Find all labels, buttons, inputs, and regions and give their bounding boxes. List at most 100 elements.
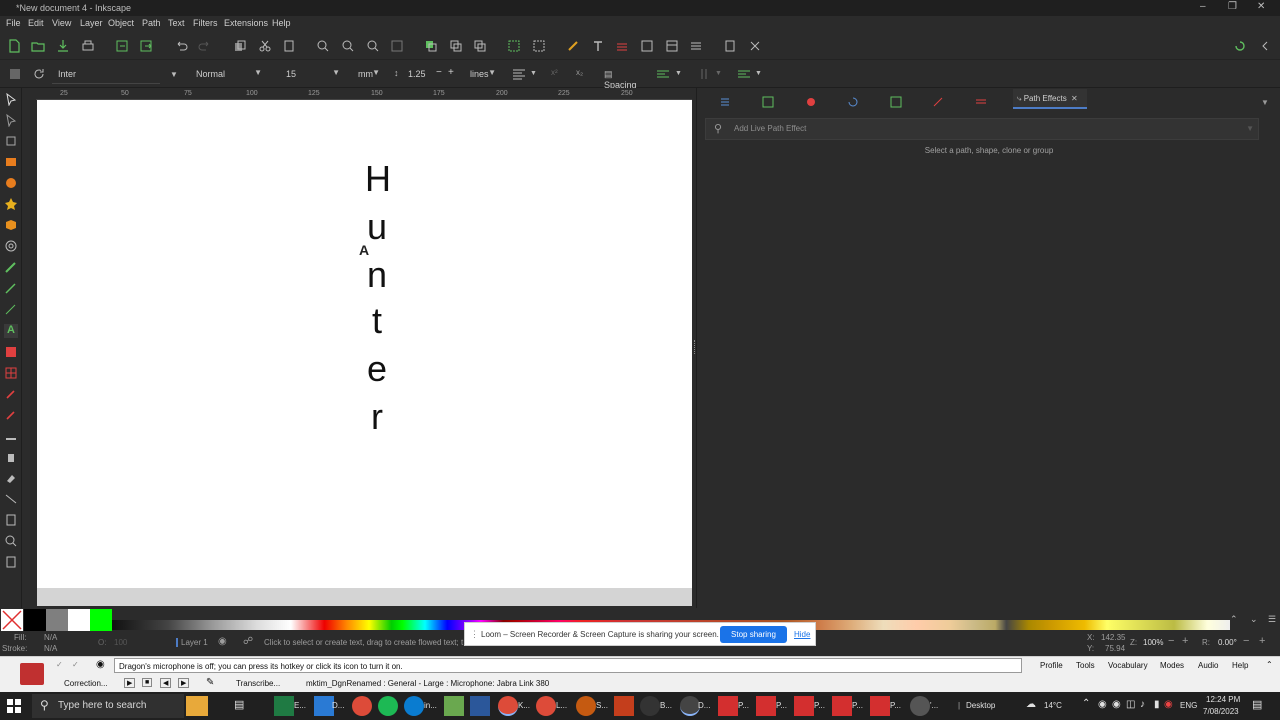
desktop-toolbar-label[interactable]: Desktop	[966, 701, 995, 710]
powerpoint-icon[interactable]	[614, 696, 634, 716]
pdf-icon[interactable]	[870, 696, 890, 716]
lock-icon[interactable]: ☍	[243, 636, 253, 647]
swatch-white[interactable]	[68, 609, 90, 631]
objects-tab-icon[interactable]	[805, 96, 817, 108]
spacing-button[interactable]: ▤ Spacing	[598, 64, 648, 90]
horizontal-ruler[interactable]: 25 50 75 100 125 150 175 200 225 250	[36, 90, 692, 100]
duplicate-icon[interactable]	[424, 39, 438, 53]
subscript-icon[interactable]: x₂	[576, 68, 583, 77]
export-tab-icon[interactable]	[762, 96, 774, 108]
vertical-ruler[interactable]	[24, 100, 34, 590]
chrome-profile-icon[interactable]	[536, 696, 556, 716]
fill-stroke-icon[interactable]	[566, 39, 580, 53]
dragon-menu-help[interactable]: Help	[1232, 661, 1248, 670]
open-icon[interactable]	[31, 39, 45, 53]
lpe-search-field[interactable]: ⚲ Add Live Path Effect ▼	[705, 118, 1259, 140]
rectangle-tool-icon[interactable]	[4, 155, 18, 169]
pdf-icon[interactable]	[718, 696, 738, 716]
connector-tool-icon[interactable]	[4, 492, 18, 506]
stop-sharing-button[interactable]: Stop sharing	[720, 626, 787, 643]
dragon-menu-profile[interactable]: Profile	[1040, 661, 1063, 670]
chrome-window-icon[interactable]	[498, 696, 518, 716]
unlink-clone-icon[interactable]	[473, 39, 487, 53]
stop-icon[interactable]: ■	[142, 678, 153, 687]
volume-icon[interactable]: ♪	[1140, 699, 1145, 710]
text-font-tab-icon[interactable]	[932, 96, 944, 108]
document-page[interactable]: H u n t e r A	[37, 100, 692, 588]
tray-app-icon[interactable]: ◉	[1112, 699, 1121, 710]
zoom-center-icon[interactable]	[390, 39, 404, 53]
spotify-icon[interactable]	[378, 696, 398, 716]
pencil-tool-icon[interactable]	[4, 260, 18, 274]
selector-tool-icon[interactable]	[4, 92, 18, 106]
align-left-icon[interactable]	[512, 67, 526, 81]
panel-menu-chevron-down-icon[interactable]: ▼	[1261, 98, 1269, 107]
battery-icon[interactable]: ▮	[1154, 699, 1160, 710]
palette-up-icon[interactable]: ⌃	[1230, 614, 1238, 625]
zoom-value[interactable]: 100%	[1143, 638, 1163, 647]
restore-icon[interactable]: ❐	[1228, 1, 1237, 12]
microphone-off-icon[interactable]: ✓	[56, 660, 63, 669]
line-height-spin[interactable]: 1.25− +	[402, 64, 462, 84]
snagit-icon[interactable]	[576, 696, 596, 716]
star-tool-icon[interactable]	[4, 197, 18, 211]
cut-icon[interactable]	[258, 39, 272, 53]
page-tool-icon[interactable]	[4, 513, 18, 527]
task-view-icon[interactable]: ▤	[234, 698, 244, 711]
dragon-tray-icon[interactable]: ◉	[1164, 699, 1173, 710]
dragon-menu-tools[interactable]: Tools	[1076, 661, 1095, 670]
rotation-value[interactable]: 0.00°	[1218, 638, 1237, 647]
obs-icon[interactable]	[640, 696, 660, 716]
alignment-chevron-down-icon[interactable]: ▼	[530, 70, 537, 77]
clock-time[interactable]: 12:24 PM	[1206, 695, 1240, 704]
skip-forward-icon[interactable]: ▶	[178, 678, 190, 688]
rotate-ccw-icon[interactable]: −	[1243, 635, 1249, 647]
menu-extensions[interactable]: Extensions	[224, 18, 268, 28]
notepad-icon[interactable]	[444, 696, 464, 716]
transform-tab-icon[interactable]	[847, 96, 859, 108]
horizontal-scrollbar[interactable]	[37, 588, 692, 606]
close-tab-icon[interactable]: ✕	[1071, 94, 1078, 103]
rotate-cw-icon[interactable]: +	[1259, 635, 1265, 647]
edge-icon[interactable]	[404, 696, 424, 716]
dictation-box-icon[interactable]: ✎	[206, 677, 214, 688]
no-paint-icon[interactable]	[1, 609, 23, 631]
objects-list-icon[interactable]	[689, 39, 703, 53]
gradient-tool-icon[interactable]	[4, 345, 18, 359]
superscript-icon[interactable]: x²	[551, 68, 558, 77]
snap-toggle-icon[interactable]	[1233, 39, 1247, 53]
word-icon[interactable]	[470, 696, 490, 716]
clock-date[interactable]: 7/08/2023	[1203, 707, 1239, 716]
drag-handle-icon[interactable]: ⋮	[470, 629, 479, 640]
palette-down-icon[interactable]: ⌄	[1250, 614, 1258, 625]
pdf-icon[interactable]	[794, 696, 814, 716]
swatch-black[interactable]	[24, 609, 46, 631]
spiral-tool-icon[interactable]	[4, 239, 18, 253]
paint-bucket-tool-icon[interactable]	[4, 408, 18, 422]
pdf-icon[interactable]	[832, 696, 852, 716]
windows-start-icon[interactable]	[6, 698, 22, 714]
text-direction-icon[interactable]	[737, 67, 751, 81]
dragon-taskbar-icon[interactable]	[680, 696, 700, 716]
news-widget-icon[interactable]	[186, 696, 208, 716]
dropper-tool-icon[interactable]	[4, 387, 18, 401]
3d-box-tool-icon[interactable]	[4, 218, 18, 232]
tab-path-effects[interactable]: ⤷ Path Effects ✕	[1013, 89, 1087, 109]
menu-filters[interactable]: Filters	[193, 18, 218, 28]
save-icon[interactable]	[56, 39, 70, 53]
minus-icon[interactable]: −	[436, 67, 442, 78]
text-direction-chevron-down-icon[interactable]: ▼	[755, 70, 762, 77]
writing-mode-icon[interactable]	[656, 67, 670, 81]
dragon-menu-vocabulary[interactable]: Vocabulary	[1108, 661, 1148, 670]
tray-chevron-up-icon[interactable]: ⌃	[1082, 698, 1090, 709]
print-icon[interactable]	[81, 39, 95, 53]
menu-path[interactable]: Path	[142, 18, 161, 28]
weather-temp[interactable]: 14°C	[1044, 701, 1062, 710]
paste-icon[interactable]	[282, 39, 296, 53]
document-tab-icon[interactable]	[890, 96, 902, 108]
align-distribute-icon[interactable]	[665, 39, 679, 53]
close-icon[interactable]: ✕	[1257, 1, 1265, 12]
check-icon[interactable]: ✓	[72, 660, 79, 669]
pen-tool-icon[interactable]	[4, 281, 18, 295]
text-tool-icon[interactable]: A	[4, 324, 18, 338]
